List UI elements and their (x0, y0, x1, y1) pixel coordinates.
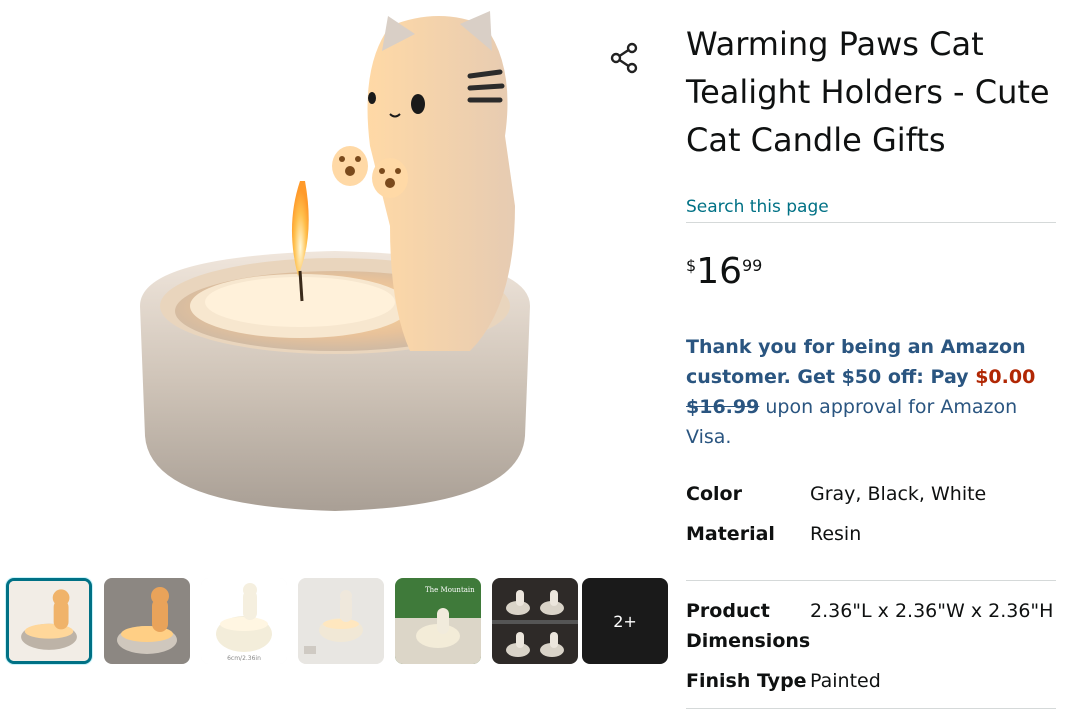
spec-value-color: Gray, Black, White (810, 483, 987, 505)
thumbnail-3[interactable]: 6cm/2.36in (201, 578, 287, 664)
thumbnail-more[interactable]: 2+ (582, 578, 668, 664)
more-count-label: 2+ (613, 611, 637, 631)
share-icon (610, 42, 638, 74)
price-fraction: 99 (742, 256, 763, 275)
spec-label-material: Material (686, 523, 775, 545)
promo-pay-amount: $0.00 (975, 366, 1036, 388)
search-this-page-link[interactable]: Search this page (686, 197, 829, 217)
thumbnail-1[interactable] (6, 578, 92, 664)
thumbnail-caption: The Mountain (425, 586, 475, 594)
thumbnail-4[interactable] (298, 578, 384, 664)
thumbnail-2[interactable] (104, 578, 190, 664)
main-product-image[interactable] (120, 6, 550, 531)
thumbnail-image (9, 581, 89, 661)
spec-value-dimensions: 2.36"L x 2.36"W x 2.36"H (810, 600, 1054, 622)
thumbnail-image (104, 578, 190, 664)
spec-label-dimensions: Product Dimensions (686, 600, 811, 652)
promo-strike-price: $16.99 (686, 396, 760, 418)
spec-label-color: Color (686, 483, 742, 505)
cat-candle-illustration (140, 11, 530, 511)
divider (686, 222, 1056, 223)
thumbnail-caption: 6cm/2.36in (227, 655, 261, 662)
spec-value-material: Resin (810, 523, 862, 545)
thumbnail-5[interactable]: The Mountain (395, 578, 481, 664)
price-whole: 16 (696, 251, 742, 292)
spec-label-finish: Finish Type (686, 670, 807, 692)
thumbnail-image: 6cm/2.36in (201, 578, 287, 664)
credit-card-promo[interactable]: Thank you for being an Amazon customer. … (686, 332, 1056, 452)
divider (686, 708, 1056, 709)
product-title: Warming Paws Cat Tealight Holders - Cute… (686, 25, 1050, 159)
thumbnail-image: The Mountain (395, 578, 481, 664)
thumbnail-image (492, 578, 578, 664)
thumbnail-6[interactable] (492, 578, 578, 664)
thumbnail-image (298, 578, 384, 664)
spec-value-finish: Painted (810, 670, 881, 692)
price-symbol: $ (686, 256, 697, 275)
share-button[interactable] (604, 38, 644, 78)
divider (686, 580, 1056, 581)
product-price: $ 16 99 (686, 250, 762, 294)
